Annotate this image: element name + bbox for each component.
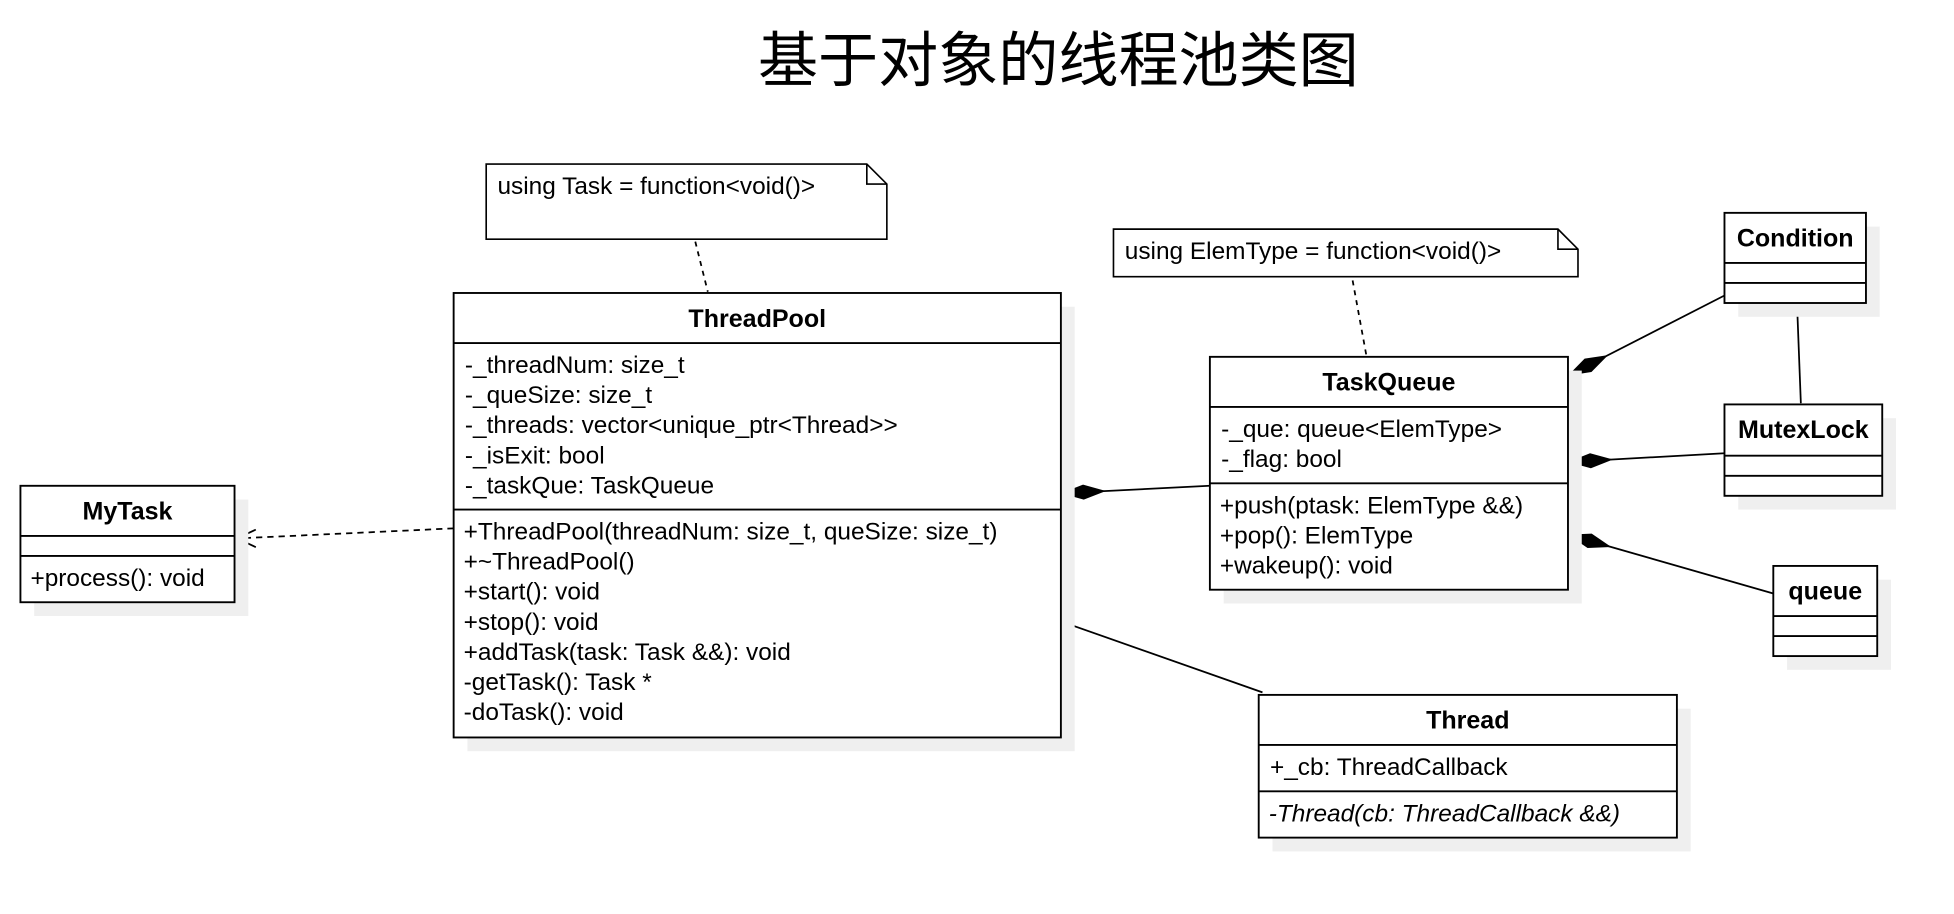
class-taskqueue[interactable]: TaskQueue -_que: queue<ElemType> -_flag: b… [1208, 355, 1582, 604]
class-method: +push(ptask: ElemType &&) [1220, 492, 1523, 519]
class-method: +pop(): ElemType [1220, 522, 1413, 549]
class-attribute: -_threads: vector<unique_ptr<Thread>> [465, 412, 898, 439]
class-attribute: -_threadNum: size_t [465, 352, 685, 379]
class-method: +stop(): void [464, 609, 599, 636]
class-threadpool[interactable]: ThreadPool-_threadNum: size_t -_queSize: … [452, 292, 1075, 752]
note-text: using ElemType = function<void()> [1125, 238, 1501, 265]
class-name: queue [1788, 578, 1862, 606]
class-mytask[interactable]: MyTask +process(): void [19, 484, 249, 617]
class-method: +start(): void [464, 579, 600, 606]
class-name: TaskQueue [1322, 369, 1455, 397]
class-name: MutexLock [1738, 416, 1869, 444]
note-anchor-elemtype [1351, 280, 1368, 356]
note-elemtype-alias: using ElemType = function<void()> [1112, 228, 1579, 278]
class-method: -doTask(): void [464, 699, 624, 726]
class-attribute: -_isExit: bool [465, 442, 605, 469]
association-threadpool-thread [1063, 621, 1263, 694]
classes-layer: using Task = function<void()> using ElemT… [19, 163, 1897, 852]
class-name: MyTask [82, 498, 172, 526]
note-task-alias: using Task = function<void()> [485, 163, 888, 240]
class-attribute: -_que: queue<ElemType> [1221, 416, 1502, 443]
note-anchor-task [694, 241, 709, 292]
class-name: Thread [1426, 707, 1509, 735]
class-method: -getTask(): Task * [464, 669, 653, 696]
class-method: +process(): void [30, 565, 204, 592]
class-method: +~ThreadPool() [464, 549, 635, 576]
association-condition-mutexlock [1796, 305, 1802, 404]
class-attribute: +_cb: ThreadCallback [1270, 754, 1508, 781]
class-method: +wakeup(): void [1220, 552, 1393, 579]
class-queue[interactable]: queue [1772, 564, 1891, 670]
class-attribute: -_flag: bool [1221, 446, 1342, 473]
dependency-threadpool-mytask [238, 527, 454, 540]
class-name: ThreadPool [688, 305, 826, 333]
class-method: -Thread(cb: ThreadCallback &&) [1269, 800, 1620, 827]
class-method: +ThreadPool(threadNum: size_t, queSize: … [464, 519, 998, 546]
class-thread[interactable]: Thread +_cb: ThreadCallback -Thread(cb: Th… [1257, 693, 1691, 852]
class-attribute: -_taskQue: TaskQueue [465, 472, 714, 499]
class-diagram-canvas: 基于对象的线程池类图 using Task = function<void()>… [19, 26, 1897, 852]
diagram-title: 基于对象的线程池类图 [758, 26, 1359, 96]
class-mutexlock[interactable]: MutexLock [1723, 403, 1897, 510]
class-name: Condition [1737, 225, 1854, 253]
class-method: +addTask(task: Task &&): void [464, 639, 791, 666]
class-attribute: -_queSize: size_t [465, 382, 652, 409]
class-condition[interactable]: Condition [1723, 211, 1880, 317]
note-text: using Task = function<void()> [497, 173, 815, 200]
